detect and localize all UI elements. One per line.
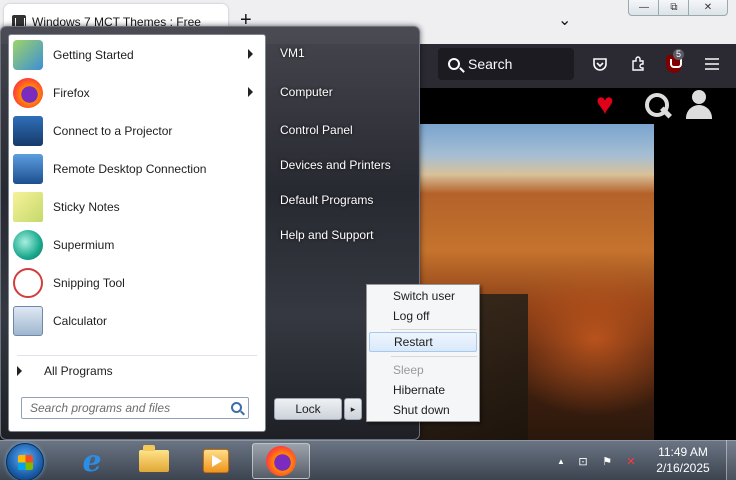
extensions-puzzle-icon[interactable] [628,54,648,74]
calculator-icon [13,306,43,336]
browser-search-field[interactable]: Search [438,48,574,80]
list-tabs-chevron-icon[interactable]: ⌄ [558,10,571,30]
program-label: Sticky Notes [53,200,120,214]
menu-item-switch-user[interactable]: Switch user [369,286,477,306]
menu-divider [391,356,477,357]
close-button[interactable]: ✕ [688,0,728,16]
projector-icon [13,116,43,146]
program-label: Calculator [53,314,108,328]
start-button[interactable] [6,443,44,480]
program-remote-desktop[interactable]: Remote Desktop Connection [9,151,265,187]
all-programs-button[interactable]: All Programs [17,361,113,381]
link-devices-printers[interactable]: Devices and Printers [280,158,391,172]
network-icon[interactable]: ⊡ [576,454,590,468]
program-firefox[interactable]: Firefox [9,75,265,111]
all-programs-label: All Programs [44,364,113,378]
link-control-panel[interactable]: Control Panel [280,123,353,137]
clock-date: 2/16/2025 [656,461,710,475]
internet-explorer-icon: e [82,443,102,479]
ublock-icon[interactable]: 5 [664,49,685,74]
sticky-notes-icon [13,192,43,222]
snipping-tool-icon [13,268,43,298]
program-label: Connect to a Projector [53,124,173,138]
search-placeholder: Search [468,56,513,72]
user-account-icon[interactable] [684,90,714,120]
media-player-icon [203,449,229,473]
taskbar-windows-explorer[interactable] [128,443,180,479]
heart-icon[interactable]: ♥ [596,90,628,120]
program-connect-projector[interactable]: Connect to a Projector [9,113,265,149]
maximize-button[interactable]: ⧉ [658,0,690,16]
program-calculator[interactable]: Calculator [9,303,265,339]
firefox-icon [266,446,296,476]
action-center-flag-icon[interactable]: ⚑ [600,454,614,468]
menu-item-restart[interactable]: Restart [369,332,477,352]
program-sticky-notes[interactable]: Sticky Notes [9,189,265,225]
menu-item-log-off[interactable]: Log off [369,306,477,326]
clock[interactable]: 11:49 AM 2/16/2025 [652,444,714,476]
hamburger-menu-icon[interactable] [702,54,722,74]
lock-button[interactable]: Lock [274,398,342,420]
volume-muted-icon[interactable]: ✕ [624,454,638,468]
page-side-area [654,124,736,440]
remote-desktop-icon [13,154,43,184]
expand-arrow-icon [17,366,22,376]
submenu-arrow-icon[interactable] [248,87,253,97]
power-options-menu: Switch user Log off Restart Sleep Hibern… [366,284,480,422]
divider [17,355,257,356]
taskbar-media-player[interactable] [190,443,242,479]
program-supermium[interactable]: Supermium [9,227,265,263]
pocket-icon[interactable] [590,54,610,74]
menu-item-shut-down[interactable]: Shut down [369,400,477,420]
ublock-badge: 5 [673,49,685,60]
clock-time: 11:49 AM [658,445,708,459]
menu-item-sleep: Sleep [393,363,424,377]
supermium-icon [13,230,43,260]
page-search-icon[interactable] [644,92,672,120]
program-label: Remote Desktop Connection [53,162,207,176]
show-desktop-button[interactable] [726,440,736,480]
power-options-arrow-button[interactable]: ▸ [344,398,362,420]
program-label: Supermium [53,238,115,252]
start-search-input[interactable]: Search programs and files [21,397,249,419]
program-getting-started[interactable]: Getting Started [9,37,265,73]
menu-item-hibernate[interactable]: Hibernate [369,380,477,400]
search-icon[interactable] [231,402,242,413]
link-vm1[interactable]: VM1 [280,46,305,60]
getting-started-icon [13,40,43,70]
link-help-support[interactable]: Help and Support [280,228,373,242]
program-label: Getting Started [53,48,134,62]
minimize-button[interactable]: — [628,0,660,16]
start-search-placeholder: Search programs and files [30,401,171,415]
taskbar-internet-explorer[interactable]: e [66,443,118,479]
folder-icon [139,445,169,472]
start-menu-programs-pane: Getting Started Firefox Connect to a Pro… [8,34,266,432]
system-tray: ▲ ⊡ ⚑ ✕ 11:49 AM 2/16/2025 [548,440,736,480]
submenu-arrow-icon[interactable] [248,49,253,59]
program-label: Firefox [53,86,90,100]
menu-divider [391,329,477,330]
program-label: Snipping Tool [53,276,125,290]
program-snipping-tool[interactable]: Snipping Tool [9,265,265,301]
firefox-icon [13,78,43,108]
search-icon [448,58,460,70]
link-computer[interactable]: Computer [280,85,333,99]
show-hidden-icons-icon[interactable]: ▲ [554,454,568,468]
taskbar-firefox[interactable] [252,443,310,479]
link-default-programs[interactable]: Default Programs [280,193,373,207]
